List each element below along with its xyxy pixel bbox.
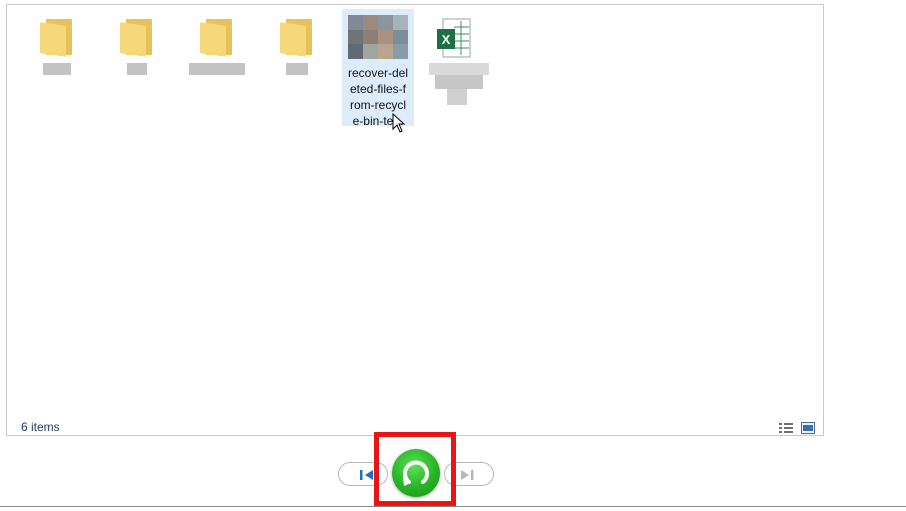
divider — [0, 506, 906, 507]
blurred-file-name — [447, 89, 467, 105]
blurred-folder-name — [286, 63, 308, 75]
blurred-file-name — [429, 63, 489, 75]
next-icon — [461, 470, 474, 480]
folder-icon — [200, 19, 234, 57]
folder-item-2[interactable] — [101, 11, 173, 75]
large-icons-view-icon[interactable] — [801, 422, 815, 434]
folder-icon — [40, 19, 74, 57]
folder-icon — [120, 19, 154, 57]
folder-item-4[interactable] — [261, 11, 333, 75]
details-view-icon[interactable] — [779, 422, 793, 434]
highlight-box — [374, 432, 456, 506]
folder-item-3[interactable] — [181, 11, 253, 75]
selected-image-file[interactable]: recover-del eted-files-f rom-recycl e-bi… — [342, 9, 414, 128]
svg-text:X: X — [442, 32, 451, 47]
image-thumbnail-icon — [348, 15, 408, 59]
folder-item-1[interactable] — [21, 11, 93, 75]
item-count-status: 6 items — [21, 420, 60, 434]
blurred-folder-name — [43, 63, 71, 75]
folder-icon — [280, 19, 314, 57]
blurred-folder-name — [189, 63, 245, 75]
blurred-folder-name — [127, 63, 147, 75]
blurred-file-name — [435, 75, 483, 89]
file-explorer-pane: recover-del eted-files-f rom-recycl e-bi… — [6, 4, 824, 436]
mouse-cursor-icon — [392, 113, 406, 133]
previous-icon — [360, 470, 373, 480]
excel-file-icon: X — [437, 18, 471, 58]
